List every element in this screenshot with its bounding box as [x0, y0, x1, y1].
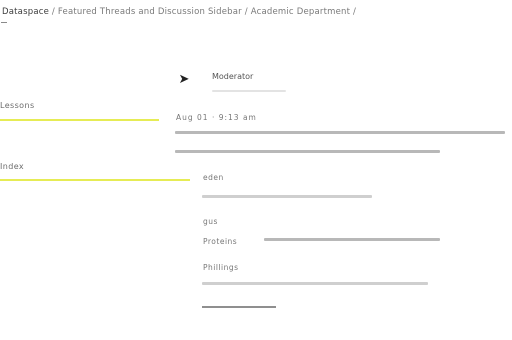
sidebar-item-lessons[interactable]: Lessons	[0, 101, 35, 110]
comment-author[interactable]: Phillings	[203, 263, 239, 272]
topbar-divider	[1, 22, 7, 23]
sidebar-highlight-bar	[0, 119, 159, 121]
post-body-line	[175, 150, 440, 153]
breadcrumb-trail[interactable]: / Featured Threads and Discussion Sideba…	[49, 7, 356, 17]
comment-author[interactable]: gus	[203, 217, 218, 226]
author-underline	[212, 90, 286, 92]
breadcrumb[interactable]: Dataspace / Featured Threads and Discuss…	[2, 7, 356, 17]
sidebar-item-index[interactable]: Index	[0, 162, 24, 171]
post-body-line	[175, 131, 505, 134]
comment-body-line	[264, 238, 440, 241]
reply-link[interactable]	[202, 306, 276, 308]
comment-label: Proteins	[203, 237, 238, 246]
top-navigation-bar: Dataspace / Featured Threads and Discuss…	[0, 0, 512, 34]
comment-body-line	[202, 195, 372, 198]
page: Dataspace / Featured Threads and Discuss…	[0, 0, 512, 340]
comment-author[interactable]: eden	[203, 173, 224, 182]
breadcrumb-root[interactable]: Dataspace	[2, 7, 49, 17]
post-author[interactable]: Moderator	[212, 72, 253, 81]
comment-body-line	[202, 282, 428, 285]
avatar[interactable]: ➤	[175, 70, 193, 88]
sidebar-highlight-bar	[0, 179, 190, 181]
post-meta: Aug 01 · 9:13 am	[176, 113, 257, 122]
